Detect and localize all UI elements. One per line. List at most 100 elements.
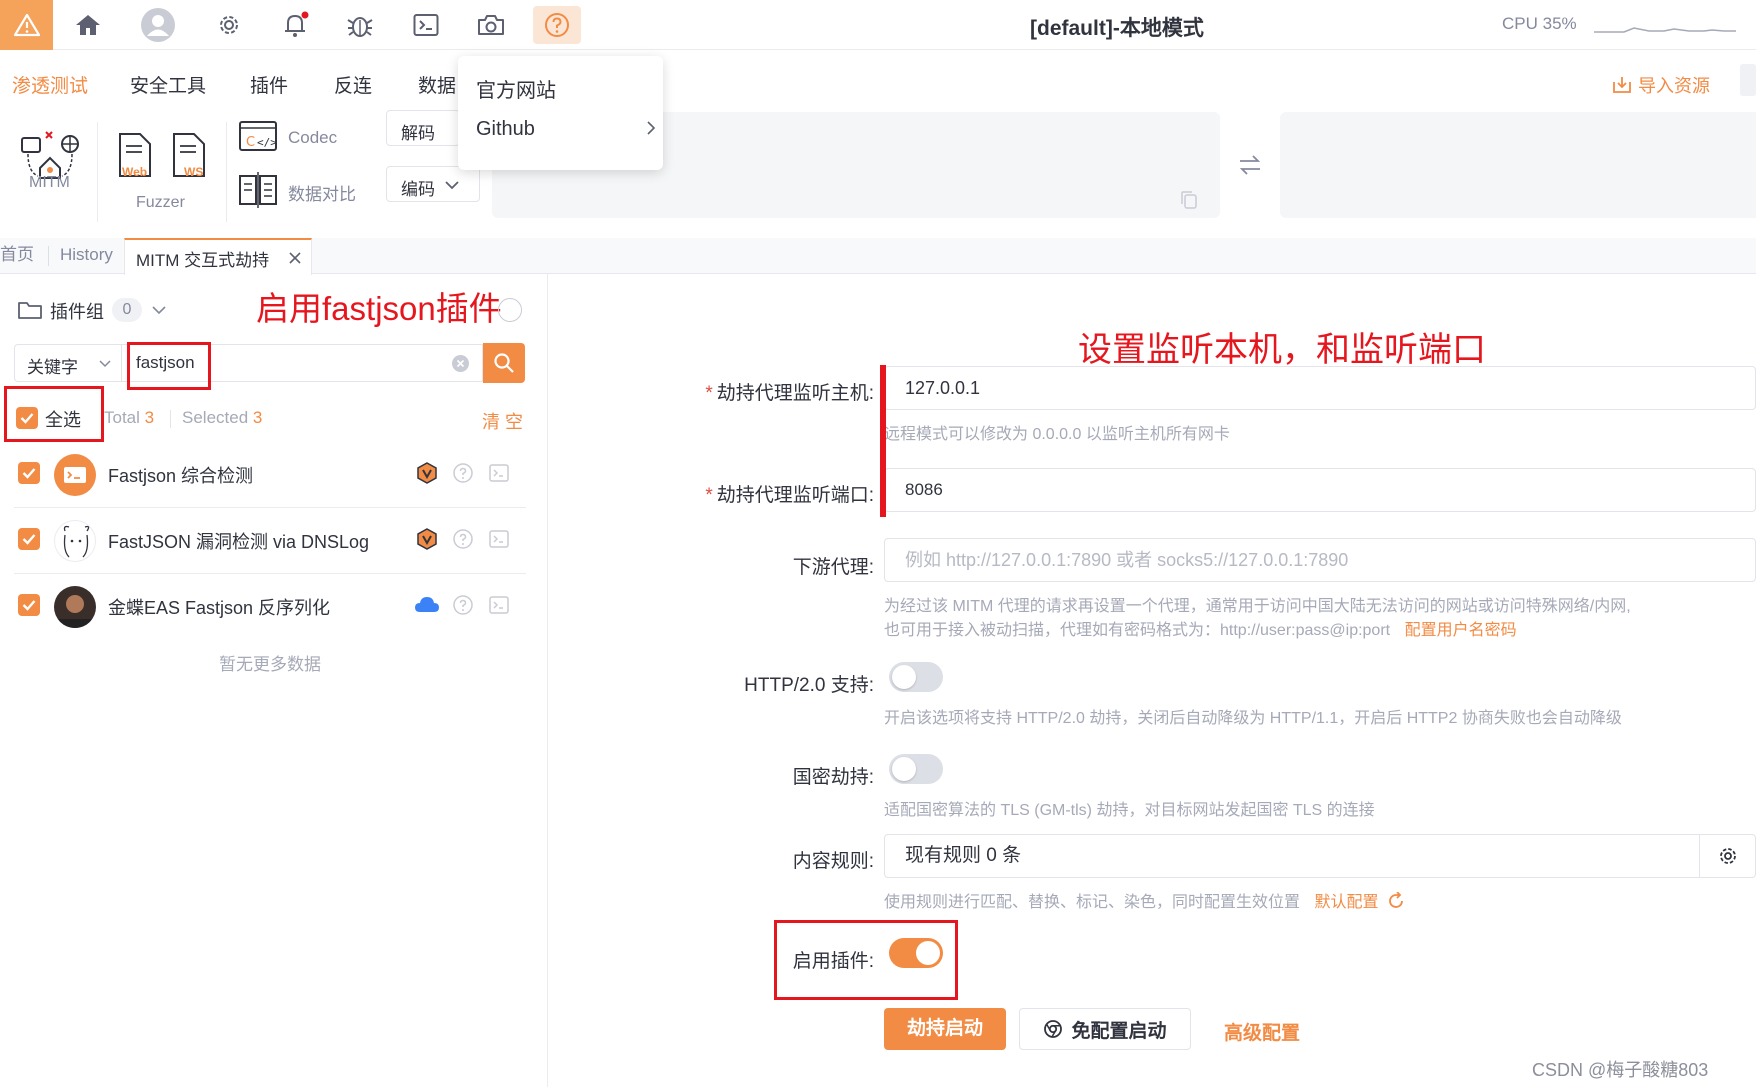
- host-help: 远程模式可以修改为 0.0.0.0 以监听主机所有网卡: [884, 426, 1230, 443]
- menu-item-github[interactable]: Github: [476, 118, 656, 141]
- configure-credentials-link[interactable]: 配置用户名密码: [1405, 622, 1517, 639]
- default-config-link[interactable]: 默认配置: [1314, 894, 1378, 911]
- search-icon: [494, 353, 514, 373]
- rules-help: 使用规则进行匹配、替换、标记、染色，同时配置生效位置 默认配置: [884, 888, 1405, 912]
- clear-button[interactable]: 清 空: [482, 408, 523, 434]
- no-more-data: 暂无更多数据: [219, 655, 321, 674]
- advanced-config-button[interactable]: 高级配置: [1224, 1018, 1300, 1045]
- encode-select[interactable]: 编码: [386, 166, 480, 202]
- reset-icon[interactable]: [1387, 892, 1405, 910]
- search-button[interactable]: [483, 343, 525, 383]
- search-type-label: 关键字: [27, 358, 78, 377]
- host-input[interactable]: 127.0.0.1: [884, 366, 1756, 410]
- refresh-icon[interactable]: [498, 298, 522, 322]
- help-icon[interactable]: [452, 462, 474, 484]
- total-label: Total: [104, 408, 140, 427]
- help-icon[interactable]: [452, 594, 474, 616]
- codec-label[interactable]: Codec: [288, 128, 337, 148]
- codec-icon[interactable]: C </>: [238, 120, 278, 156]
- toolbar: MITM Web WS Fuzzer C </> Codec 数据对比 解码 编码: [0, 110, 1756, 238]
- cpu-sparkline: [1594, 27, 1736, 33]
- help-icon[interactable]: [452, 528, 474, 550]
- menu-item-data[interactable]: 数据: [418, 71, 456, 98]
- import-resources-button[interactable]: 导入资源: [1612, 72, 1710, 98]
- downstream-label: 下游代理:: [792, 557, 874, 578]
- port-input[interactable]: 8086: [884, 468, 1756, 512]
- plugin-checkbox[interactable]: [18, 528, 40, 550]
- chrome-icon: [1044, 1020, 1063, 1038]
- web-badge: Web: [122, 165, 148, 179]
- http2-toggle[interactable]: [889, 662, 943, 692]
- svg-text:</>: </>: [257, 136, 277, 149]
- help-dropdown-menu: 官方网站 Github: [458, 56, 663, 170]
- decode-label: 解码: [401, 124, 435, 143]
- divider: [226, 122, 227, 222]
- bell-icon[interactable]: [271, 6, 319, 44]
- menu-item-reverse[interactable]: 反连: [334, 71, 372, 98]
- terminal-icon[interactable]: [488, 594, 510, 616]
- chevron-down-icon[interactable]: [152, 306, 166, 315]
- bug-icon[interactable]: [336, 6, 384, 44]
- divider: [97, 122, 98, 222]
- selected-value: 3: [252, 408, 263, 427]
- selected-label: Selected: [182, 408, 249, 427]
- camera-icon[interactable]: [467, 6, 515, 44]
- help-icon[interactable]: [533, 6, 581, 44]
- copy-icon[interactable]: [1180, 190, 1198, 210]
- search-type-select[interactable]: 关键字: [14, 344, 122, 382]
- folder-icon: [18, 302, 42, 319]
- rules-settings-button[interactable]: [1700, 834, 1756, 878]
- warning-icon[interactable]: [0, 0, 53, 50]
- no-config-start-button[interactable]: 免配置启动: [1019, 1008, 1191, 1050]
- plugin-checkbox[interactable]: [18, 462, 40, 484]
- downstream-help-line1: 为经过该 MITM 代理的请求再设置一个代理，通常用于访问中国大陆无法访问的网站…: [884, 598, 1631, 615]
- terminal-icon[interactable]: [488, 462, 510, 484]
- plugin-row[interactable]: FastJSON 漏洞检测 via DNSLog: [14, 508, 526, 574]
- swap-icon[interactable]: [1238, 154, 1262, 176]
- plugin-name: FastJSON 漏洞检测 via DNSLog: [108, 532, 370, 552]
- chevron-down-icon: [99, 360, 111, 368]
- menu-item-plugins[interactable]: 插件: [250, 71, 288, 98]
- terminal-icon[interactable]: [402, 6, 450, 44]
- annotation-listen-settings: 设置监听本机，和监听端口: [1078, 331, 1486, 369]
- gm-toggle[interactable]: [889, 754, 943, 784]
- close-icon[interactable]: [289, 252, 301, 264]
- menu-item-security-tools[interactable]: 安全工具: [130, 71, 206, 98]
- downstream-help-text: 也可用于接入被动扫描，代理如有密码格式为：http://user:pass@ip…: [884, 622, 1391, 639]
- menu-bar: 渗透测试 安全工具 插件 反连 数据 导入资源: [0, 50, 1756, 110]
- decode-select[interactable]: 解码: [386, 110, 460, 146]
- plugin-group-label[interactable]: 插件组: [50, 298, 104, 324]
- start-hijack-button[interactable]: 劫持启动: [884, 1008, 1006, 1050]
- tab-home[interactable]: 首页: [0, 238, 34, 274]
- toggle-knob: [892, 665, 916, 689]
- rules-field[interactable]: 现有规则 0 条: [884, 834, 1700, 878]
- user-avatar-icon[interactable]: [134, 6, 182, 44]
- downstream-proxy-input[interactable]: 例如 http://127.0.0.1:7890 或者 socks5://127…: [884, 538, 1756, 582]
- panel-toggle[interactable]: [1740, 64, 1756, 96]
- tab-bar: 首页 History MITM 交互式劫持: [0, 238, 1756, 275]
- http2-label: HTTP/2.0 支持:: [744, 675, 874, 696]
- watermark: CSDN @梅子酸糖803: [1532, 1060, 1709, 1080]
- plugin-name: 金蝶EAS Fastjson 反序列化: [108, 598, 331, 618]
- plugin-row[interactable]: 金蝶EAS Fastjson 反序列化: [14, 574, 526, 640]
- plugin-avatar: [54, 586, 96, 628]
- codec-output-area[interactable]: [1280, 112, 1756, 218]
- menu-item-official-site[interactable]: 官方网站: [476, 74, 556, 103]
- tab-mitm-label: MITM 交互式劫持: [136, 251, 270, 270]
- mitm-label: MITM: [29, 174, 70, 191]
- rules-value: 现有规则 0 条: [905, 845, 1022, 866]
- terminal-icon[interactable]: [488, 528, 510, 550]
- compare-label[interactable]: 数据对比: [288, 180, 356, 205]
- home-icon[interactable]: [64, 6, 112, 44]
- compare-icon[interactable]: [238, 172, 278, 208]
- gear-icon[interactable]: [205, 6, 253, 44]
- tab-history[interactable]: History: [60, 238, 113, 274]
- menu-item-pentest[interactable]: 渗透测试: [12, 71, 88, 98]
- annotation-box-search: [127, 342, 211, 390]
- encode-label: 编码: [401, 180, 435, 199]
- tab-mitm[interactable]: MITM 交互式劫持: [124, 238, 312, 275]
- plugin-row[interactable]: Fastjson 综合检测: [14, 442, 526, 508]
- plugin-checkbox[interactable]: [18, 594, 40, 616]
- clear-search-icon[interactable]: [452, 355, 469, 372]
- port-label: * 劫持代理监听端口:: [705, 485, 874, 506]
